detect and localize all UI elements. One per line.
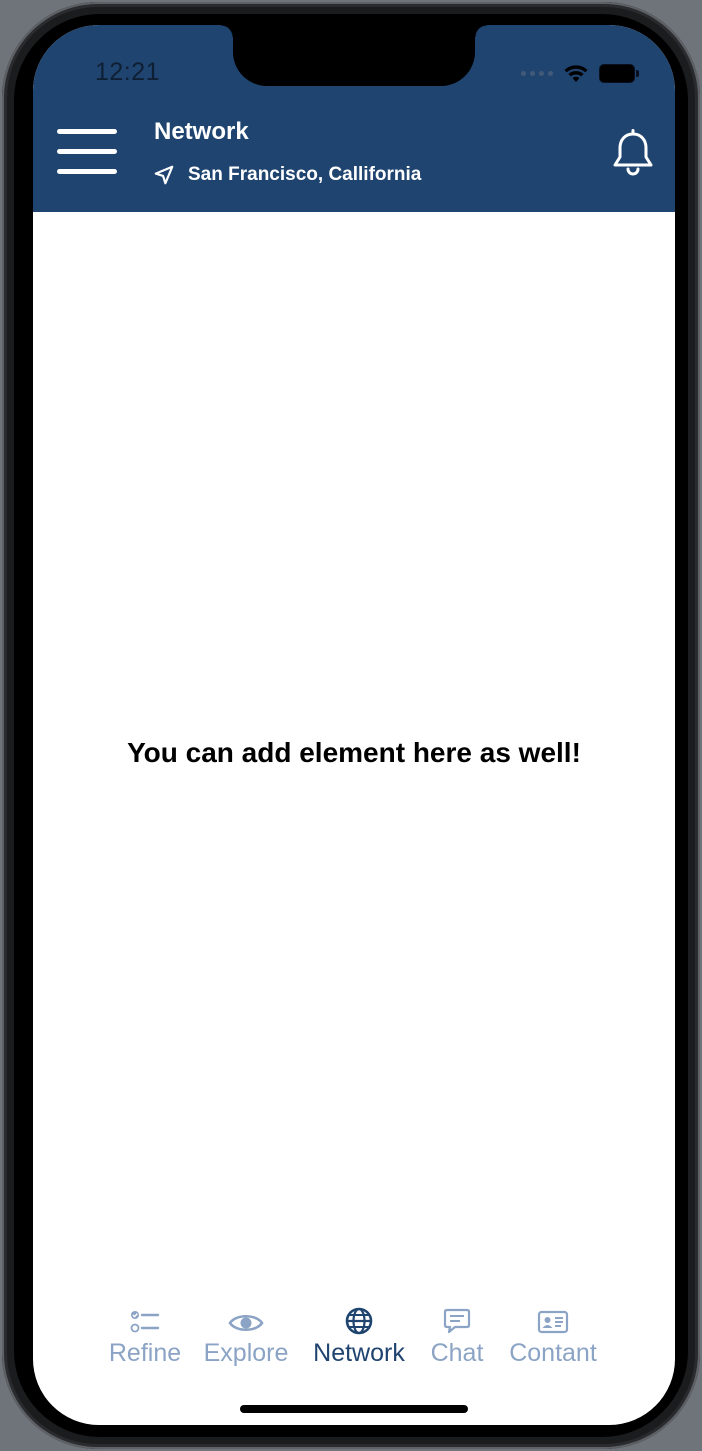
tab-icon-wrap <box>130 1305 160 1335</box>
status-icons <box>521 61 639 85</box>
tab-icon-wrap <box>345 1305 373 1335</box>
tab-network[interactable]: Network <box>309 1305 409 1385</box>
hamburger-line <box>57 169 117 174</box>
device-notch <box>221 25 487 86</box>
hamburger-icon <box>57 129 117 134</box>
notifications-button[interactable] <box>611 129 655 177</box>
eye-icon <box>228 1314 264 1332</box>
tab-bar: Refine Explore Network Chat Contant <box>33 1305 675 1385</box>
menu-button[interactable] <box>57 129 117 175</box>
hamburger-line <box>57 149 117 154</box>
tab-label-chat: Chat <box>430 1339 484 1367</box>
tab-label-network: Network <box>313 1339 405 1367</box>
wifi-icon <box>564 65 588 82</box>
cellular-signal-icon <box>521 70 553 76</box>
tab-label-contant: Contant <box>509 1339 597 1367</box>
tab-explore[interactable]: Explore <box>201 1305 291 1385</box>
home-indicator[interactable] <box>240 1405 468 1413</box>
tab-label-explore: Explore <box>203 1339 289 1367</box>
page-title: Network <box>154 118 249 145</box>
location-label: San Francisco, Callifornia <box>188 164 422 185</box>
phone-frame: 12:21 Network San Francisco, Callifornia… <box>2 2 700 1449</box>
location-selector[interactable]: San Francisco, Callifornia <box>153 164 421 186</box>
tab-contant[interactable]: Contant <box>505 1305 601 1385</box>
bell-icon <box>613 129 653 176</box>
location-arrow-icon <box>154 165 174 185</box>
globe-icon <box>345 1307 373 1335</box>
contact-card-icon <box>537 1310 569 1334</box>
tab-icon-wrap <box>228 1305 264 1335</box>
tab-icon-wrap <box>537 1305 569 1335</box>
battery-icon <box>599 63 639 83</box>
app-screen: 12:21 Network San Francisco, Callifornia… <box>33 25 675 1425</box>
checklist-icon <box>130 1311 160 1333</box>
tab-icon-wrap <box>443 1305 471 1335</box>
chat-bubble-icon <box>443 1308 471 1334</box>
status-time: 12:21 <box>95 58 161 86</box>
tab-refine[interactable]: Refine <box>105 1305 185 1385</box>
tab-label-refine: Refine <box>108 1339 182 1367</box>
tab-chat[interactable]: Chat <box>425 1305 489 1385</box>
placeholder-message: You can add element here as well! <box>127 737 581 768</box>
